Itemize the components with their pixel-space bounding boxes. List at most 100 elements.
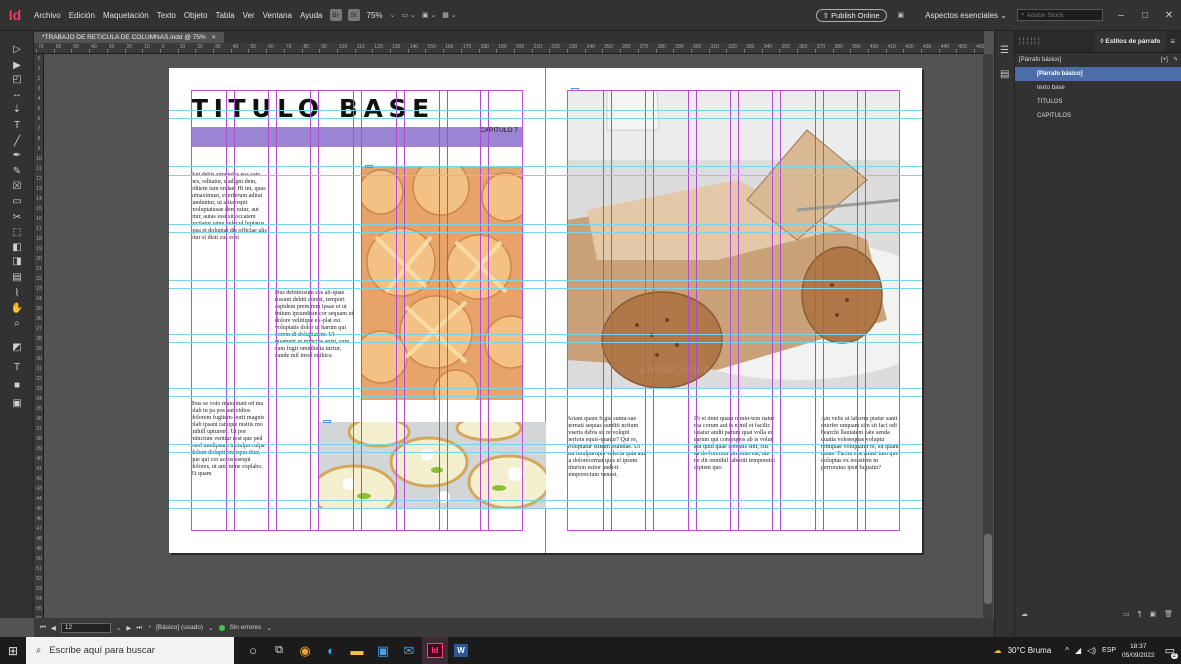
workspace-switcher[interactable]: Aspectos esenciales ⌄ <box>921 11 1011 20</box>
menu-item-8[interactable]: Ayuda <box>296 11 327 20</box>
language-label[interactable]: ESP <box>1102 647 1116 654</box>
word-taskbar-icon[interactable]: W <box>448 637 474 664</box>
gradient-feather-icon[interactable]: ◨ <box>9 255 25 268</box>
paragraph-style-item[interactable]: CAPITULOS <box>1015 109 1181 123</box>
zoom-level[interactable]: 75% <box>363 11 387 20</box>
stock-button[interactable]: St <box>347 9 360 21</box>
scissors-tool-icon[interactable]: ✂ <box>9 211 25 224</box>
gradient-tool-icon[interactable]: ◧ <box>9 241 25 254</box>
paragraph-style-item[interactable]: texto base <box>1015 81 1181 95</box>
chrome-icon[interactable]: ◉ <box>292 637 318 664</box>
fill-stroke-icon[interactable]: ◩ <box>9 341 25 354</box>
indesign-taskbar-icon[interactable]: Id <box>422 637 448 664</box>
close-icon[interactable]: ✕ <box>1157 10 1181 21</box>
adobe-stock-search[interactable]: ⌕ Adobe Stock <box>1017 9 1103 21</box>
menu-item-5[interactable]: Tabla <box>211 11 238 20</box>
new-style-from-selection-icon[interactable]: [+] <box>1161 57 1168 63</box>
mail-icon[interactable]: ✉ <box>396 637 422 664</box>
horizontal-ruler[interactable]: 70 60 50 40 30 20 10 0 10 20 30 40 50 60 70 80 90 100 110 1… <box>34 43 984 54</box>
type-tool-icon[interactable]: T <box>9 119 25 132</box>
maximize-icon[interactable]: □ <box>1133 10 1157 21</box>
new-style-icon[interactable]: ▣ <box>1149 610 1156 618</box>
vertical-ruler[interactable]: 0 1 2 3 4 5 6 7 8 9 10 11 12 13 14 15 16 17 18 19 20 21 22 23 24… <box>34 54 44 618</box>
base-style-label[interactable]: [Básico] (usado) <box>156 624 203 631</box>
lightning-icon[interactable]: ϟ <box>1174 57 1177 63</box>
share-icon[interactable]: ▣ <box>895 11 908 19</box>
page-tool-icon[interactable]: ◰ <box>9 73 25 86</box>
paragraph-style-item[interactable]: [Párrafo básico] <box>1015 67 1181 81</box>
direct-selection-tool-icon[interactable]: ▶ <box>9 59 25 72</box>
selection-tool-icon[interactable]: ▷ <box>9 43 25 56</box>
menu-item-2[interactable]: Maquetación <box>99 11 153 20</box>
paragraph-styles-icon[interactable]: ☰ <box>1000 45 1009 56</box>
delete-style-icon[interactable]: 🗑 <box>1164 610 1173 618</box>
errors-dropdown-icon[interactable]: ⌄ <box>266 624 271 632</box>
vertical-scrollbar[interactable] <box>983 54 993 618</box>
zoom-dropdown-icon[interactable]: ⌄ <box>387 11 399 19</box>
style-dropdown-icon[interactable]: ⌄ <box>208 624 213 632</box>
windows-start-icon[interactable]: ⊞ <box>0 637 26 664</box>
hand-tool-icon[interactable]: ✋ <box>9 302 25 315</box>
pasteboard[interactable]: TITULO BASE CAPITULO 7 divinaCocina nes,… <box>44 54 984 618</box>
menu-item-4[interactable]: Objeto <box>180 11 212 20</box>
clock[interactable]: 18:37 05/09/2022 <box>1122 642 1155 660</box>
arrange-docs-icon[interactable]: ▦ ⌄ <box>439 11 459 19</box>
menu-item-6[interactable]: Ver <box>239 11 259 20</box>
next-page-icon[interactable]: ▶ <box>126 624 131 632</box>
prev-page-icon[interactable]: ◀ <box>51 624 56 632</box>
note-tool-icon[interactable]: ▤ <box>9 271 25 284</box>
network-icon[interactable]: ◢ <box>1075 646 1081 655</box>
first-page-icon[interactable]: ⏮ <box>40 624 46 632</box>
store-icon[interactable]: ▣ <box>370 637 396 664</box>
clear-overrides-icon[interactable]: ¶ <box>1138 611 1142 618</box>
page-dropdown-icon[interactable]: ⌄ <box>116 624 121 632</box>
vertical-scroll-thumb[interactable] <box>984 534 992 604</box>
formatting-container-icon[interactable]: T <box>9 361 25 374</box>
tray-chevron-icon[interactable]: ^ <box>1065 646 1069 655</box>
minimize-icon[interactable]: – <box>1109 10 1133 21</box>
gap-tool-icon[interactable]: ↔ <box>9 88 25 101</box>
rectangle-frame-tool-icon[interactable]: ☒ <box>9 180 25 193</box>
view-options-icon[interactable]: ▭ ⌄ <box>398 11 418 19</box>
publish-online-button[interactable]: ⇧ Publish Online <box>815 8 887 22</box>
file-explorer-icon[interactable]: ▬ <box>344 637 370 664</box>
folder-icon[interactable]: ▭ <box>1123 610 1130 618</box>
comments-icon[interactable]: ▤ <box>1000 69 1009 80</box>
edge-icon[interactable]: ◐ <box>318 637 344 664</box>
paragraph-styles-tab[interactable]: ◊ Estilos de párrafo <box>1094 31 1167 52</box>
apply-color-icon[interactable]: ■ <box>9 379 25 392</box>
taskbar-search[interactable]: ⌕ Escribe aquí para buscar <box>26 637 234 664</box>
document-tab[interactable]: *TRABAJO DE RETICULA DE COLUMNAS.indd @ … <box>34 32 224 43</box>
errors-label[interactable]: Sin errores <box>230 624 262 631</box>
pen-tool-icon[interactable]: ✒ <box>9 149 25 162</box>
paragraph-style-item[interactable]: TITULOS <box>1015 95 1181 109</box>
style-groups-icon[interactable]: ☁ <box>1021 610 1028 618</box>
task-view-icon[interactable]: ⧉ <box>266 637 292 664</box>
cortana-icon[interactable]: ○ <box>240 637 266 664</box>
column-guide <box>226 90 227 531</box>
zoom-tool-icon[interactable]: ⌕ <box>9 317 25 330</box>
tab-close-icon[interactable]: × <box>212 34 216 41</box>
panel-menu-icon[interactable]: ≡ <box>1170 37 1175 46</box>
content-collector-icon[interactable]: ⇣ <box>9 103 25 116</box>
last-page-icon[interactable]: ⏭ <box>136 624 142 632</box>
panel-collapsed-tabs[interactable]: ¦ ¦ ¦ ¦ ¦ ¦ <box>1015 38 1040 45</box>
ruler-tick-label: 41 <box>36 466 42 472</box>
page-number-field[interactable]: 12 <box>60 622 111 633</box>
volume-icon[interactable]: ◁) <box>1087 646 1096 655</box>
weather-label[interactable]: 30°C Bruma <box>1008 646 1052 655</box>
menu-item-1[interactable]: Edición <box>65 11 99 20</box>
notifications-icon[interactable]: ▭ 2 <box>1165 644 1178 659</box>
line-tool-icon[interactable]: ╱ <box>9 135 25 148</box>
menu-item-0[interactable]: Archivo <box>30 11 65 20</box>
menu-item-7[interactable]: Ventana <box>259 11 296 20</box>
eyedropper-tool-icon[interactable]: ⌇ <box>9 287 25 300</box>
menu-item-3[interactable]: Texto <box>153 11 180 20</box>
bridge-button[interactable]: Br <box>329 9 342 21</box>
pencil-tool-icon[interactable]: ✎ <box>9 165 25 178</box>
screen-mode-icon[interactable]: ▣ <box>9 397 25 410</box>
screen-mode-icon[interactable]: ▣ ⌄ <box>419 11 439 19</box>
free-transform-tool-icon[interactable]: ⬚ <box>9 226 25 239</box>
rectangle-tool-icon[interactable]: ▭ <box>9 195 25 208</box>
preflight-icon[interactable]: ◔ <box>147 624 151 631</box>
